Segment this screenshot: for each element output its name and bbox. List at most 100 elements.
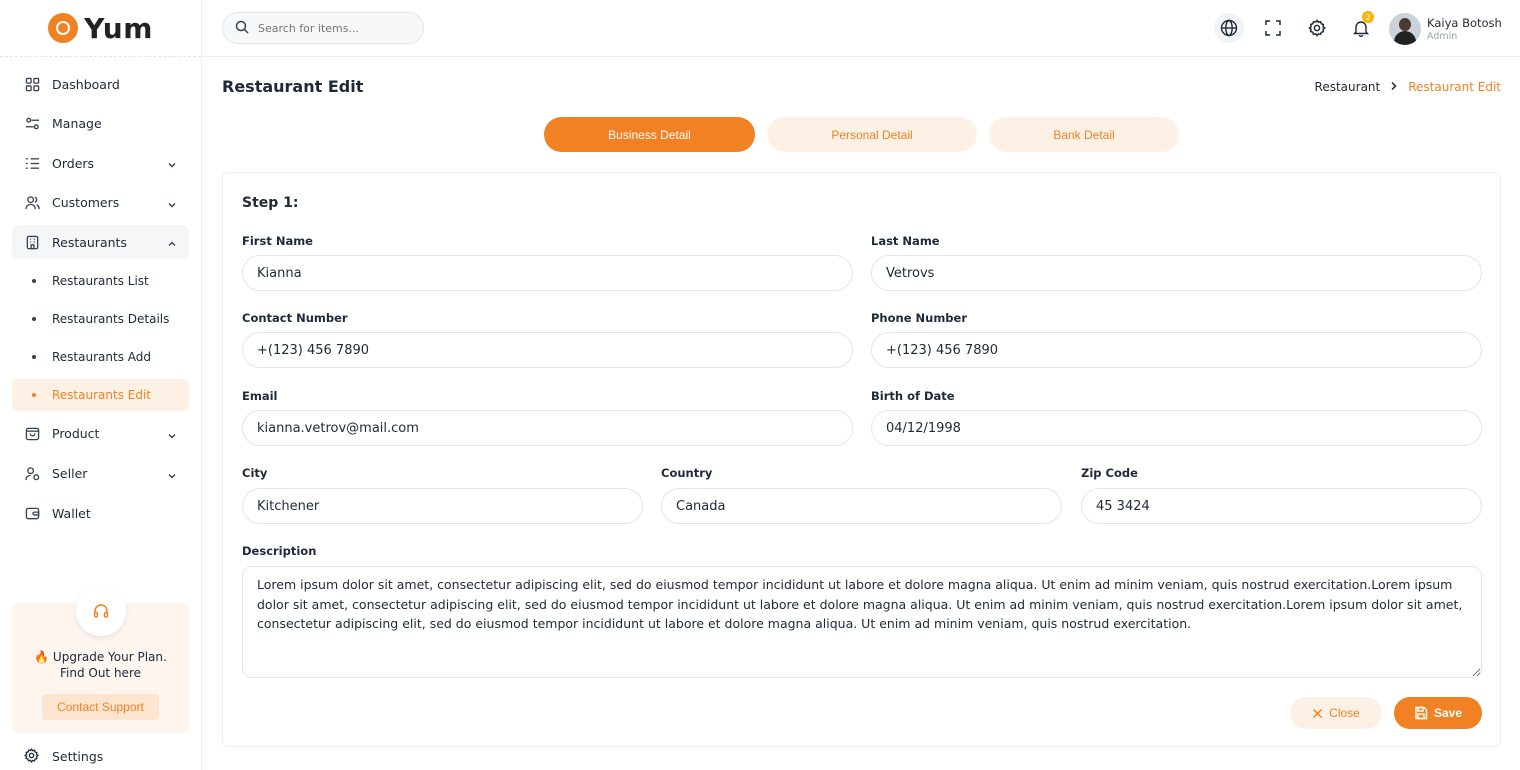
description-textarea[interactable]: Lorem ipsum dolor sit amet, consectetur … bbox=[242, 566, 1482, 678]
brand-logo[interactable]: Yum bbox=[0, 0, 201, 57]
fullscreen-button[interactable] bbox=[1258, 13, 1288, 43]
sidebar-item-dashboard[interactable]: Dashboard bbox=[12, 67, 189, 101]
sidebar-item-label: Wallet bbox=[52, 505, 91, 521]
phone-number-label: Phone Number bbox=[871, 311, 968, 325]
grid-icon bbox=[24, 76, 40, 92]
sidebar-item-label: Settings bbox=[52, 748, 104, 764]
breadcrumb-current: Restaurant Edit bbox=[1408, 80, 1501, 94]
chevron-down-icon bbox=[167, 469, 177, 479]
user-role: Admin bbox=[1427, 30, 1458, 42]
sidebar-subitem-label: Restaurants Add bbox=[52, 349, 151, 364]
save-button-label: Save bbox=[1433, 706, 1463, 720]
sidebar-item-label: Seller bbox=[52, 466, 88, 482]
country-field[interactable] bbox=[661, 488, 1062, 524]
sidebar-item-label: Restaurants bbox=[52, 234, 127, 250]
first-name-field[interactable] bbox=[242, 255, 853, 291]
restaurant-edit-form: Step 1: First Name Last Name Contact Num… bbox=[222, 172, 1501, 747]
sidebar-item-manage[interactable]: Manage bbox=[12, 107, 189, 141]
close-button-label: Close bbox=[1329, 706, 1360, 720]
globe-icon bbox=[1220, 19, 1238, 37]
contact-number-field[interactable] bbox=[242, 332, 853, 368]
contact-support-button[interactable]: Contact Support bbox=[42, 694, 159, 720]
search-box[interactable] bbox=[222, 12, 424, 44]
breadcrumb: Restaurant Restaurant Edit bbox=[1315, 80, 1501, 94]
sidebar-item-product[interactable]: Product bbox=[12, 417, 189, 451]
last-name-label: Last Name bbox=[871, 234, 940, 248]
sidebar-subitem-restaurants-add[interactable]: Restaurants Add bbox=[12, 341, 189, 373]
tab-business-detail[interactable]: Business Detail bbox=[544, 117, 755, 152]
sidebar-item-label: Customers bbox=[52, 195, 120, 211]
sidebar-item-wallet[interactable]: Wallet bbox=[12, 496, 189, 530]
list-icon bbox=[24, 155, 40, 171]
zip-code-field[interactable] bbox=[1081, 488, 1482, 524]
search-input[interactable] bbox=[258, 21, 398, 35]
user-name: Kaiya Botosh bbox=[1427, 15, 1502, 30]
sidebar-subitem-label: Restaurants Details bbox=[52, 311, 170, 326]
chevron-up-icon bbox=[167, 237, 177, 247]
email-label: Email bbox=[242, 389, 278, 403]
wallet-icon bbox=[24, 505, 40, 521]
last-name-field[interactable] bbox=[871, 255, 1482, 291]
birth-date-field[interactable] bbox=[871, 410, 1482, 446]
seller-icon bbox=[24, 466, 40, 482]
sliders-icon bbox=[24, 116, 40, 132]
fullscreen-icon bbox=[1265, 20, 1281, 36]
chevron-right-icon bbox=[1390, 80, 1398, 94]
bullet-icon bbox=[32, 316, 36, 321]
avatar bbox=[1389, 13, 1421, 45]
brand-name: Yum bbox=[84, 11, 153, 45]
bullet-icon bbox=[32, 392, 36, 397]
breadcrumb-restaurant[interactable]: Restaurant bbox=[1315, 80, 1381, 94]
notification-badge: 2 bbox=[1362, 11, 1374, 23]
city-label: City bbox=[242, 466, 268, 480]
sidebar-item-label: Dashboard bbox=[52, 76, 120, 92]
sidebar-item-label: Manage bbox=[52, 116, 102, 132]
phone-number-field[interactable] bbox=[871, 332, 1482, 368]
users-icon bbox=[24, 195, 40, 211]
close-icon bbox=[1313, 708, 1323, 718]
save-button[interactable]: Save bbox=[1394, 697, 1482, 729]
country-label: Country bbox=[661, 466, 713, 480]
gear-icon bbox=[24, 748, 40, 764]
bullet-icon bbox=[32, 278, 36, 283]
birth-date-label: Birth of Date bbox=[871, 389, 955, 403]
contact-number-label: Contact Number bbox=[242, 311, 348, 325]
sidebar-nav: Dashboard Manage Orders Customers Restau… bbox=[0, 57, 201, 530]
email-field[interactable] bbox=[242, 410, 853, 446]
logo-icon bbox=[48, 13, 79, 43]
sidebar-item-label: Orders bbox=[52, 155, 95, 171]
close-button[interactable]: Close bbox=[1290, 697, 1382, 729]
sidebar-subitem-restaurants-list[interactable]: Restaurants List bbox=[12, 265, 189, 297]
bag-icon bbox=[24, 426, 40, 442]
top-header: 2 Kaiya Botosh Admin bbox=[203, 0, 1520, 57]
upgrade-text: 🔥 Upgrade Your Plan. Find Out here bbox=[34, 650, 167, 680]
page-title: Restaurant Edit bbox=[222, 77, 364, 96]
sidebar-item-restaurants[interactable]: Restaurants bbox=[12, 225, 189, 260]
description-label: Description bbox=[242, 544, 317, 558]
sidebar-item-label: Product bbox=[52, 426, 100, 442]
sidebar: Yum Dashboard Manage Orders Customers Re… bbox=[0, 0, 202, 770]
search-icon bbox=[235, 19, 249, 38]
tab-personal-detail[interactable]: Personal Detail bbox=[767, 117, 977, 152]
first-name-label: First Name bbox=[242, 234, 313, 248]
sidebar-item-seller[interactable]: Seller bbox=[12, 457, 189, 491]
chevron-down-icon bbox=[167, 429, 177, 439]
sidebar-item-settings[interactable]: Settings bbox=[24, 748, 103, 764]
sidebar-subitem-label: Restaurants List bbox=[52, 273, 149, 288]
save-icon bbox=[1415, 706, 1428, 720]
zip-code-label: Zip Code bbox=[1081, 466, 1138, 480]
bullet-icon bbox=[32, 354, 36, 359]
notifications-button[interactable]: 2 bbox=[1346, 11, 1376, 43]
tab-bank-detail[interactable]: Bank Detail bbox=[989, 117, 1179, 152]
gear-icon bbox=[1308, 19, 1326, 37]
sidebar-subitem-restaurants-details[interactable]: Restaurants Details bbox=[12, 303, 189, 335]
settings-button[interactable] bbox=[1302, 13, 1332, 43]
user-menu[interactable]: Kaiya Botosh Admin bbox=[1389, 13, 1502, 45]
sidebar-subitem-label: Restaurants Edit bbox=[52, 387, 151, 402]
sidebar-subitem-restaurants-edit[interactable]: Restaurants Edit bbox=[12, 378, 189, 411]
sidebar-item-customers[interactable]: Customers bbox=[12, 186, 189, 220]
language-button[interactable] bbox=[1214, 13, 1244, 43]
city-field[interactable] bbox=[242, 488, 643, 524]
headset-icon bbox=[76, 586, 126, 636]
sidebar-item-orders[interactable]: Orders bbox=[12, 146, 189, 180]
